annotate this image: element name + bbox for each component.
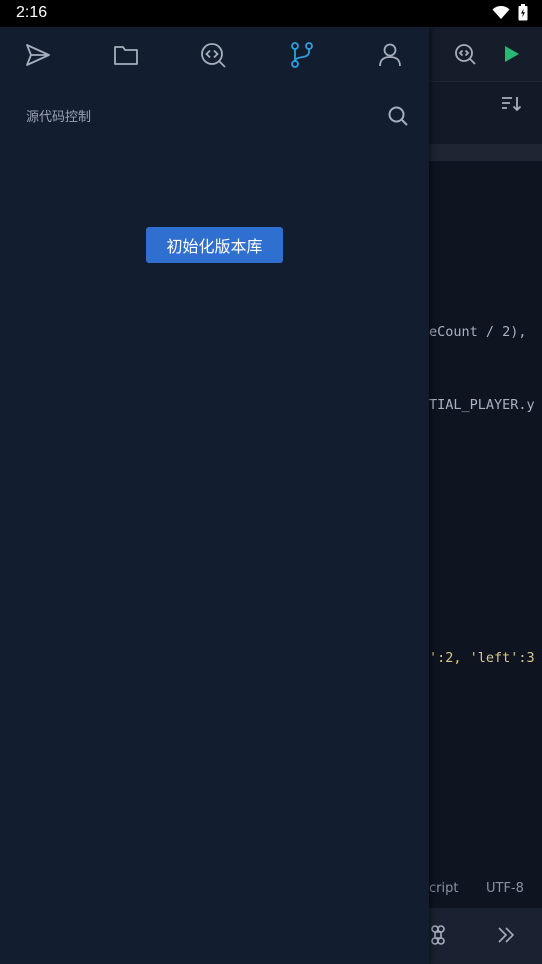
editor-bottom-bar bbox=[429, 908, 542, 964]
screen: 2:16 eCount / 2), TIAL_PLAYER.y ':2, 'le… bbox=[0, 0, 542, 964]
code-search-icon bbox=[199, 41, 227, 73]
status-icons bbox=[492, 4, 528, 25]
command-icon[interactable] bbox=[427, 924, 449, 950]
side-drawer: 源代码控制 初始化版本库 bbox=[0, 27, 429, 964]
send-icon bbox=[24, 41, 52, 73]
tab-source-control[interactable] bbox=[286, 41, 318, 73]
code-line: ':2, 'left':3 bbox=[429, 650, 535, 666]
tab-send[interactable] bbox=[22, 41, 54, 73]
search-icon[interactable] bbox=[386, 104, 410, 128]
code-line: TIAL_PLAYER.y bbox=[429, 397, 535, 413]
editor-background: eCount / 2), TIAL_PLAYER.y ':2, 'left':3… bbox=[429, 27, 542, 964]
editor-status-footer: cript UTF-8 bbox=[429, 872, 542, 908]
tab-code-search[interactable] bbox=[197, 41, 229, 73]
language-label[interactable]: cript bbox=[429, 881, 458, 896]
double-chevron-right-icon[interactable] bbox=[495, 924, 517, 950]
init-repository-button[interactable]: 初始化版本库 bbox=[146, 227, 283, 263]
drawer-tab-bar bbox=[0, 27, 429, 89]
tab-account[interactable] bbox=[374, 41, 406, 73]
code-line: eCount / 2), bbox=[429, 324, 527, 340]
editor-tabbar bbox=[429, 81, 542, 145]
editor-toolbar bbox=[429, 27, 542, 81]
run-icon[interactable] bbox=[503, 45, 521, 67]
code-search-icon[interactable] bbox=[453, 42, 477, 70]
sort-icon[interactable] bbox=[501, 95, 523, 117]
status-time: 2:16 bbox=[16, 4, 48, 21]
tab-files[interactable] bbox=[110, 41, 142, 73]
current-line-highlight bbox=[429, 144, 542, 161]
user-icon bbox=[377, 42, 403, 72]
status-bar: 2:16 bbox=[0, 0, 542, 27]
git-branch-icon bbox=[289, 41, 315, 73]
encoding-label[interactable]: UTF-8 bbox=[486, 881, 524, 896]
panel-title: 源代码控制 bbox=[26, 110, 92, 125]
battery-icon bbox=[518, 4, 528, 25]
folder-icon bbox=[113, 43, 139, 71]
wifi-icon bbox=[492, 5, 510, 24]
